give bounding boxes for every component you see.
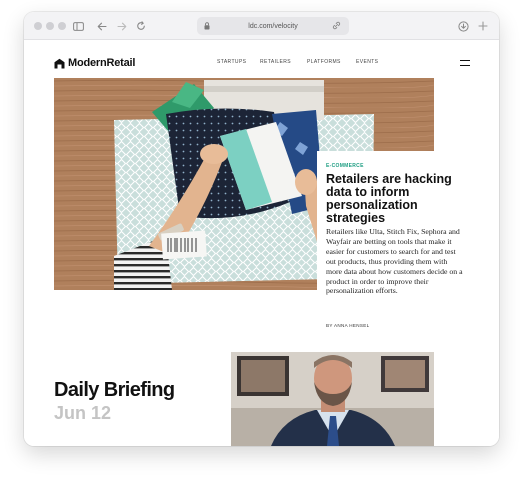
address-bar[interactable]: ldc.com/velocity	[197, 17, 349, 35]
logo-text: ModernRetail	[68, 57, 136, 69]
article-headline[interactable]: Retailers are hacking data to inform per…	[326, 173, 464, 225]
page-content: ModernRetail STARTUPS RETAILERS PLATFORM…	[24, 40, 499, 446]
lock-icon	[204, 22, 210, 32]
article-byline[interactable]: BY ANNA HENSEL	[326, 323, 369, 328]
new-tab-icon[interactable]	[477, 18, 489, 34]
nav-item-startups[interactable]: STARTUPS	[217, 59, 246, 65]
nav-item-retailers[interactable]: RETAILERS	[260, 59, 291, 65]
daily-briefing-title[interactable]: Daily Briefing	[54, 379, 175, 401]
hamburger-menu-icon[interactable]	[460, 60, 470, 66]
reload-icon[interactable]	[135, 18, 147, 34]
sidebar-icon[interactable]	[72, 18, 84, 34]
article-dek: Retailers like Ulta, Stitch Fix, Sephora…	[326, 227, 463, 296]
window-minimize-button[interactable]	[46, 22, 54, 30]
article-card[interactable]: E-COMMERCE Retailers are hacking data to…	[317, 151, 469, 339]
daily-briefing-date: Jun 12	[54, 403, 112, 423]
download-icon[interactable]	[457, 18, 469, 34]
window-zoom-button[interactable]	[58, 22, 66, 30]
url-text: ldc.com/velocity	[248, 22, 298, 30]
nav-item-platforms[interactable]: PLATFORMS	[307, 59, 341, 65]
nav-item-events[interactable]: EVENTS	[356, 59, 378, 65]
article-category[interactable]: E-COMMERCE	[326, 163, 364, 169]
browser-toolbar: ldc.com/velocity	[24, 12, 499, 40]
site-logo[interactable]: ModernRetail	[54, 57, 135, 69]
briefing-portrait-image[interactable]	[231, 352, 434, 446]
logo-mark-icon	[54, 58, 65, 68]
window-close-button[interactable]	[34, 22, 42, 30]
back-icon[interactable]	[96, 18, 108, 34]
browser-window: ldc.com/velocity ModernRetail STARTUPS R…	[24, 12, 499, 446]
forward-icon[interactable]	[116, 18, 128, 34]
share-icon[interactable]	[332, 21, 341, 32]
